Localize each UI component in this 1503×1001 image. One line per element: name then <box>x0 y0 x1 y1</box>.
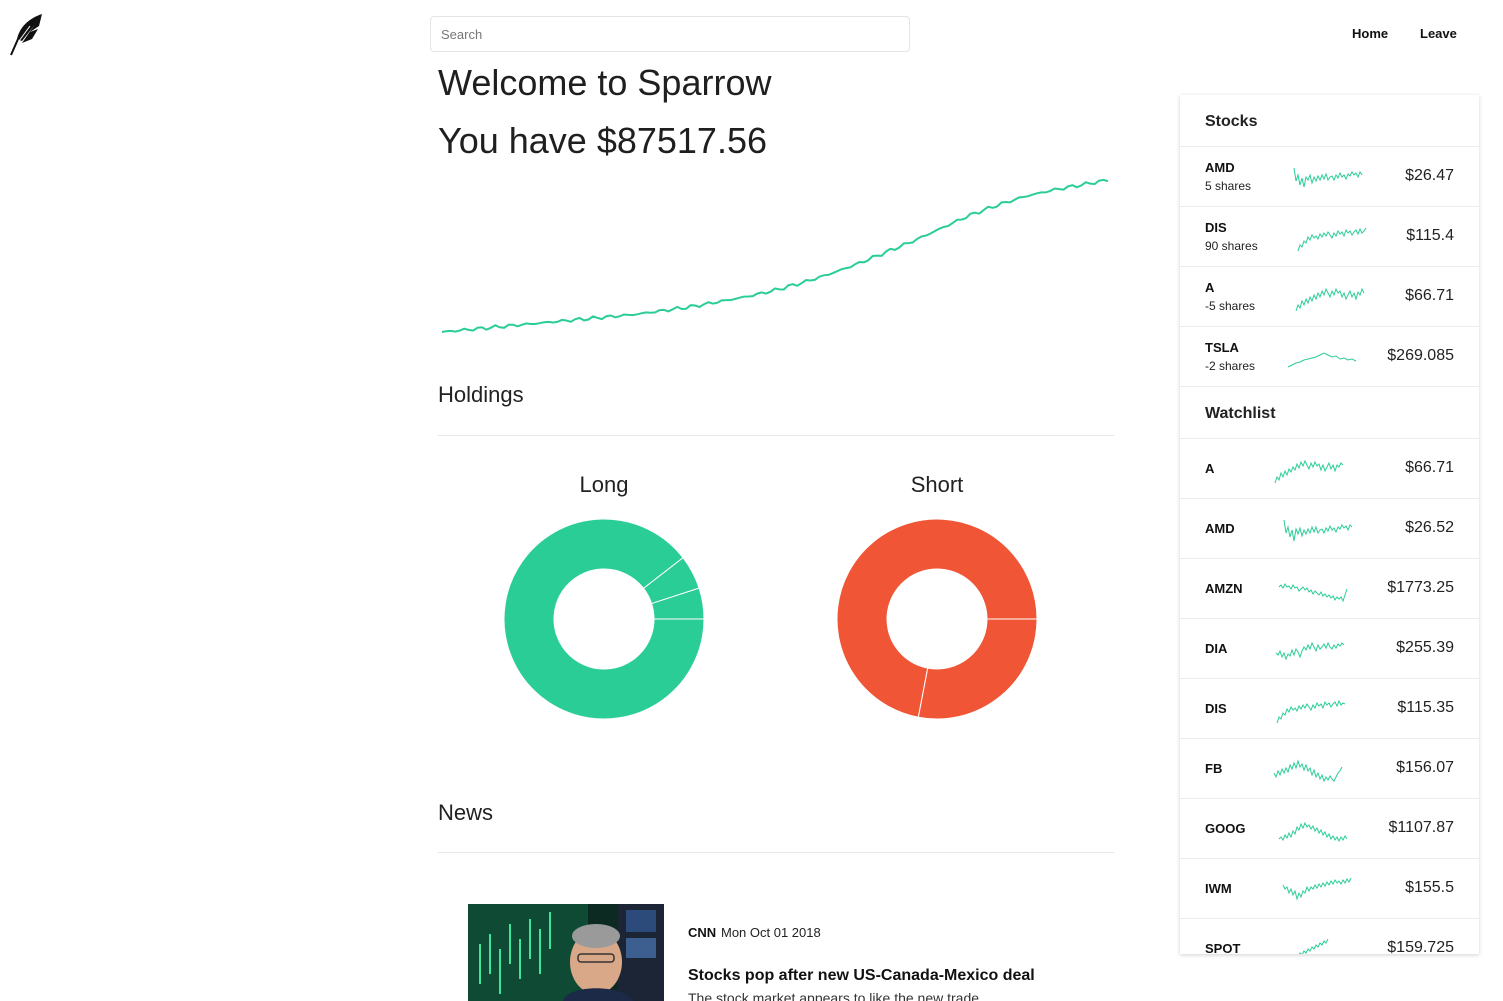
news-card[interactable]: CNN Mon Oct 01 2018 Stocks pop after new… <box>468 904 1068 1001</box>
stock-price: $156.07 <box>1396 759 1454 776</box>
sparkline-chart <box>1274 459 1344 484</box>
stocks-side-panel: Stocks AMD 5 shares $26.47 DIS 90 shares… <box>1180 95 1479 954</box>
stock-price: $255.39 <box>1396 639 1454 656</box>
stock-row[interactable]: DIS 90 shares $115.4 <box>1180 207 1479 267</box>
news-date: Mon Oct 01 2018 <box>721 925 821 940</box>
watchlist-row[interactable]: IWM $155.5 <box>1180 859 1479 919</box>
stock-symbol: DIS <box>1205 701 1227 716</box>
watchlist-row[interactable]: DIS $115.35 <box>1180 679 1479 739</box>
stock-price: $1107.87 <box>1388 819 1454 836</box>
news-thumbnail-image[interactable] <box>468 904 664 1001</box>
stock-symbol: TSLA <box>1205 340 1239 355</box>
watchlist-header: Watchlist <box>1180 387 1479 439</box>
sparkline-chart <box>1297 227 1367 252</box>
news-source: CNN <box>688 925 717 940</box>
sparkline-chart <box>1295 287 1365 312</box>
holdings-title: Holdings <box>438 382 524 407</box>
sparkline-chart <box>1287 352 1357 368</box>
stock-price: $155.5 <box>1405 879 1454 896</box>
watchlist-row[interactable]: GOOG $1107.87 <box>1180 799 1479 859</box>
sparkline-chart <box>1278 821 1348 843</box>
stock-price: $26.52 <box>1405 519 1454 536</box>
portfolio-value-chart <box>441 178 1109 333</box>
news-headline[interactable]: Stocks pop after new US-Canada-Mexico de… <box>688 967 1035 985</box>
stock-symbol: IWM <box>1205 881 1232 896</box>
donut-slice[interactable] <box>917 618 1038 720</box>
stock-shares: -2 shares <box>1205 359 1256 373</box>
watchlist-row[interactable]: DIA $255.39 <box>1180 619 1479 679</box>
stock-price: $269.085 <box>1387 347 1454 364</box>
stock-symbol: AMD <box>1205 521 1235 536</box>
divider <box>438 852 1114 853</box>
nav-home-link[interactable]: Home <box>1352 26 1388 41</box>
stock-price: $1773.25 <box>1387 579 1454 596</box>
sparkline-chart <box>1283 519 1353 542</box>
stock-row[interactable]: A -5 shares $66.71 <box>1180 267 1479 327</box>
stock-price: $115.4 <box>1406 227 1454 244</box>
stock-symbol: FB <box>1205 761 1223 776</box>
stock-price: $66.71 <box>1405 287 1454 304</box>
sparkline-chart <box>1298 938 1329 954</box>
watchlist-row[interactable]: AMZN $1773.25 <box>1180 559 1479 619</box>
welcome-heading: Welcome to Sparrow <box>438 62 772 103</box>
sparkline-chart <box>1282 877 1352 901</box>
watchlist-row[interactable]: FB $156.07 <box>1180 739 1479 799</box>
top-nav: Home Leave <box>0 26 1503 46</box>
short-chart-label: Short <box>910 472 964 497</box>
stock-symbol: SPOT <box>1205 941 1241 954</box>
stock-symbol: AMZN <box>1205 581 1243 596</box>
sparkline-chart <box>1276 699 1346 724</box>
stock-row[interactable]: AMD 5 shares $26.47 <box>1180 147 1479 207</box>
stock-shares: 90 shares <box>1205 239 1258 253</box>
news-title: News <box>438 800 494 825</box>
sparkline-chart <box>1293 167 1363 188</box>
balance-heading: You have $87517.56 <box>438 120 767 161</box>
stock-shares: 5 shares <box>1205 179 1252 193</box>
stock-price: $115.35 <box>1397 699 1454 716</box>
long-donut-chart[interactable] <box>503 518 705 720</box>
divider <box>438 435 1114 436</box>
stocks-header: Stocks <box>1180 95 1479 147</box>
watchlist-row[interactable]: A $66.71 <box>1180 439 1479 499</box>
sparkline-chart <box>1275 641 1345 661</box>
stock-price: $159.725 <box>1387 939 1454 954</box>
news-snippet: The stock market appears to like the new… <box>688 990 980 1001</box>
sparkline-chart <box>1278 583 1348 603</box>
stock-symbol: A <box>1205 280 1215 295</box>
stock-price: $66.71 <box>1405 459 1454 476</box>
long-chart-label: Long <box>579 472 629 497</box>
watchlist-row[interactable]: AMD $26.52 <box>1180 499 1479 559</box>
stock-symbol: DIS <box>1205 220 1227 235</box>
stock-price: $26.47 <box>1405 167 1454 184</box>
stock-row[interactable]: TSLA -2 shares $269.085 <box>1180 327 1479 387</box>
stock-shares: -5 shares <box>1205 299 1256 313</box>
stock-symbol: GOOG <box>1205 821 1246 836</box>
stock-symbol: A <box>1205 461 1215 476</box>
stock-symbol: AMD <box>1205 160 1235 175</box>
watchlist-row[interactable]: SPOT $159.725 <box>1180 919 1479 954</box>
nav-leave-link[interactable]: Leave <box>1420 26 1457 41</box>
portfolio-line <box>441 178 1109 333</box>
short-donut-chart[interactable] <box>836 518 1038 720</box>
sparkline-chart <box>1273 759 1343 783</box>
stock-symbol: DIA <box>1205 641 1228 656</box>
